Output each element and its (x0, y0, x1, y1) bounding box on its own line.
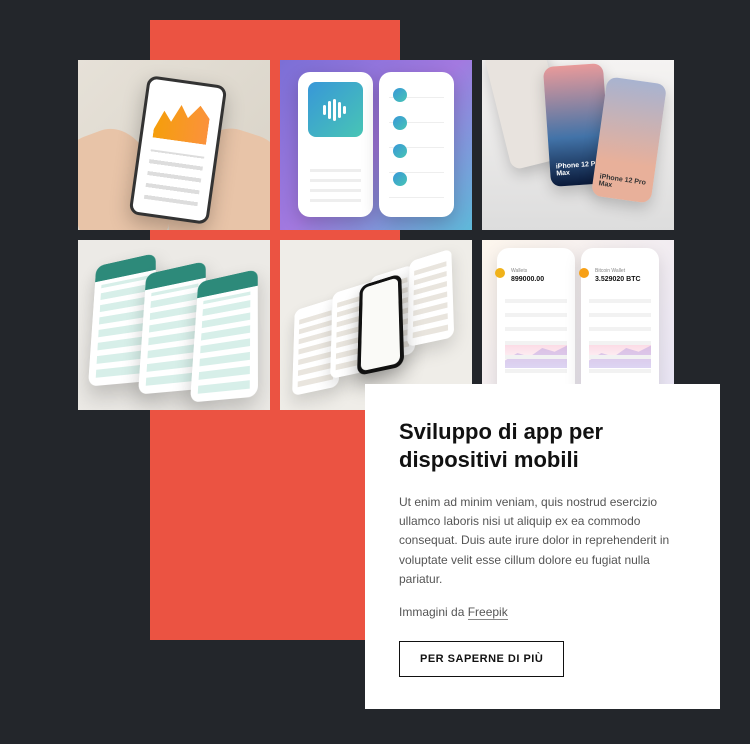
card-body: Ut enim ad minim veniam, quis nostrud es… (399, 493, 686, 589)
wallet-chart (505, 343, 567, 368)
coin-dot-icon (495, 268, 505, 278)
gallery-item-hands-phone[interactable] (78, 60, 270, 230)
track-dot-icon (393, 144, 407, 158)
coin-dot-icon (579, 268, 589, 278)
credit-link[interactable]: Freepik (468, 605, 508, 620)
gallery-item-chat-perspective[interactable] (78, 240, 270, 410)
wallet-chart (589, 343, 651, 368)
music-mockup-now-playing (298, 72, 373, 217)
phone-device-mockup (357, 273, 404, 376)
wallet-label: Wallets (511, 268, 527, 274)
screen-mockup (407, 249, 454, 347)
track-dot-icon (393, 88, 407, 102)
track-dot-icon (393, 172, 407, 186)
info-card: Sviluppo di app per dispositivi mobili U… (365, 384, 720, 709)
audio-wave-icon (323, 97, 348, 122)
gallery-grid: iPhone 12 Pro Max iPhone 12 Pro Max Wall… (78, 60, 673, 410)
cta-button[interactable]: PER SAPERNE DI PIÙ (399, 641, 564, 677)
gallery-item-iphone-fan[interactable]: iPhone 12 Pro Max iPhone 12 Pro Max (482, 60, 674, 230)
track-dot-icon (393, 116, 407, 130)
device-label: iPhone 12 Pro Max (598, 173, 654, 196)
gallery-item-music-player[interactable] (280, 60, 472, 230)
wallet-balance: 899000.00 (511, 276, 544, 283)
credit-prefix: Immagini da (399, 605, 468, 619)
wallet-mockup-a: Wallets 899000.00 (497, 248, 575, 398)
wallet-balance: 3.529020 BTC (595, 276, 641, 283)
music-mockup-playlist (379, 72, 454, 217)
wallet-mockup-b: Bitcoin Wallet 3.529020 BTC (581, 248, 659, 398)
chat-mockup (190, 269, 258, 403)
card-heading: Sviluppo di app per dispositivi mobili (399, 418, 686, 473)
card-credit: Immagini da Freepik (399, 605, 686, 619)
wallet-label: Bitcoin Wallet (595, 268, 625, 274)
